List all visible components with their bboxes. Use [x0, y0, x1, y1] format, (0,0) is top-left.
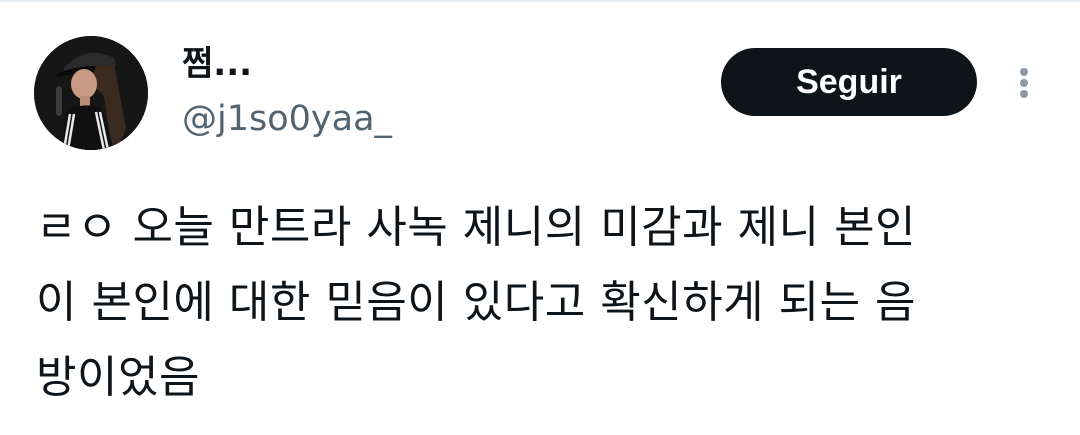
tweet-text-line: ㄹㅇ 오늘 만트라 사녹 제니의 미감과 제니 본인: [36, 202, 917, 253]
more-options-button[interactable]: [1008, 60, 1040, 104]
tweet-text-line: 이 본인에 대한 믿음이 있다고 확신하게 되는 음: [36, 277, 917, 328]
avatar[interactable]: [34, 36, 148, 150]
display-name[interactable]: 쩜...: [182, 44, 252, 84]
tweet-text: ㄹㅇ 오늘 만트라 사녹 제니의 미감과 제니 본인 이 본인에 대한 믿음이 …: [36, 190, 1046, 415]
profile-photo-icon: [34, 36, 148, 150]
tweet-text-line: 방이었음: [36, 352, 200, 403]
top-divider: [0, 0, 1080, 2]
user-handle[interactable]: @j1so0yaa_: [182, 98, 392, 140]
follow-button[interactable]: Seguir: [721, 48, 977, 116]
